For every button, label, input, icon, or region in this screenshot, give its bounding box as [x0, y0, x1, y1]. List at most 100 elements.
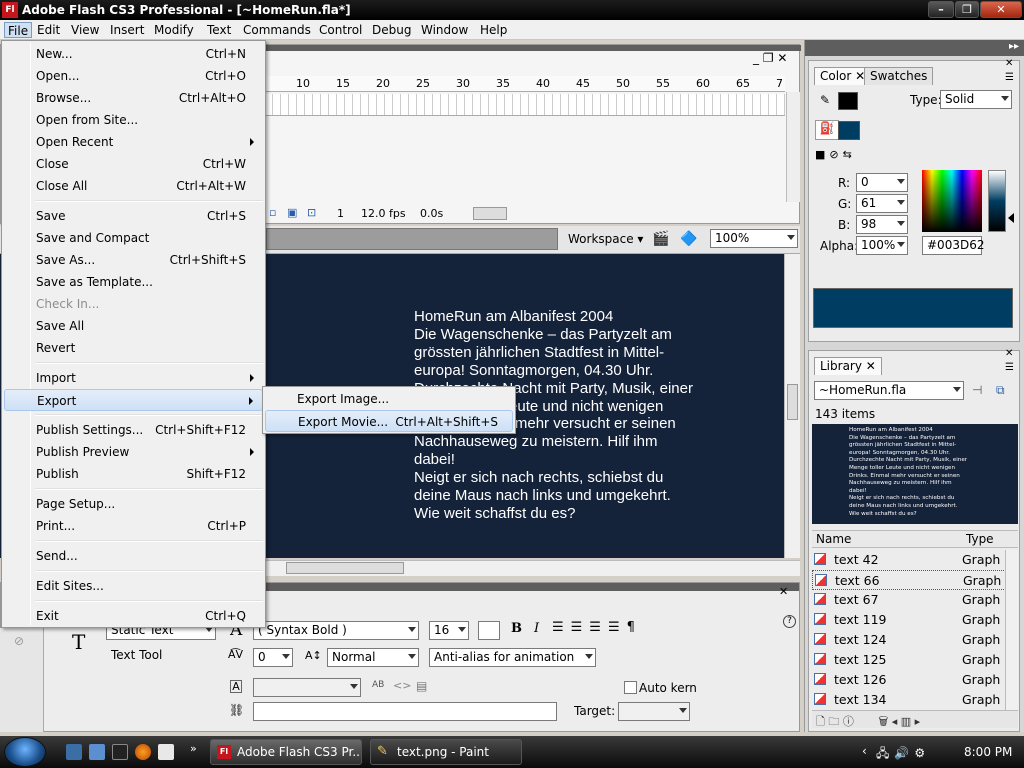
- firefox-icon[interactable]: [135, 744, 151, 760]
- close-button[interactable]: ✕: [980, 1, 1022, 18]
- menu-item-export[interactable]: Export: [4, 389, 263, 411]
- timeline-window-controls[interactable]: _ ❐ ✕: [753, 51, 787, 65]
- menu-item-close[interactable]: Close Ctrl+W: [4, 153, 263, 175]
- close-icon[interactable]: ✕: [779, 585, 788, 598]
- b-field[interactable]: 98: [856, 215, 908, 234]
- menu-item-close-all[interactable]: Close All Ctrl+Alt+W: [4, 175, 263, 197]
- stage-hscroll[interactable]: [266, 560, 800, 576]
- col-type[interactable]: Type: [966, 532, 994, 546]
- start-button[interactable]: [4, 737, 46, 767]
- alpha-field[interactable]: 100%: [856, 236, 908, 255]
- library-item[interactable]: text 134 Graph: [812, 690, 1006, 710]
- menu-item-save-as[interactable]: Save As... Ctrl+Shift+S: [4, 249, 263, 271]
- menu-item-save-as-template[interactable]: Save as Template...: [4, 271, 263, 293]
- workspace-menu[interactable]: Workspace ▾: [568, 232, 643, 246]
- close-icon[interactable]: ✕: [1005, 58, 1013, 69]
- menu-item-send[interactable]: Send...: [4, 545, 263, 567]
- url-field[interactable]: [253, 702, 557, 721]
- menu-item-new[interactable]: New... Ctrl+N: [4, 43, 263, 65]
- taskbar-flash-button[interactable]: Fl Adobe Flash CS3 Pr...: [210, 739, 362, 765]
- close-icon[interactable]: ✕: [1005, 348, 1013, 359]
- panel-menu-icon[interactable]: ☰: [1005, 72, 1014, 83]
- tray-icons[interactable]: 🖧🔊⚙: [876, 744, 930, 765]
- menu-file[interactable]: File: [4, 22, 33, 38]
- menu-item-save[interactable]: Save Ctrl+S: [4, 205, 263, 227]
- menu-control[interactable]: Control: [316, 22, 365, 38]
- library-item[interactable]: text 42 Graph: [812, 550, 1006, 570]
- menu-item-revert[interactable]: Revert: [4, 337, 263, 359]
- timeline-hscroll-thumb[interactable]: [473, 207, 507, 220]
- pin-library-icon[interactable]: ⊣: [972, 383, 982, 397]
- library-toolbar[interactable]: 🗋 🗀 ⓘ 🗑 ◂ ▥ ▸: [812, 710, 1018, 728]
- new-library-icon[interactable]: ⧉: [996, 383, 1005, 398]
- menu-item-open[interactable]: Open... Ctrl+O: [4, 65, 263, 87]
- color-type-select[interactable]: Solid: [940, 90, 1012, 109]
- library-item[interactable]: text 66 Graph: [812, 570, 1006, 590]
- menu-window[interactable]: Window: [418, 22, 471, 38]
- menu-item-edit-sites[interactable]: Edit Sites...: [4, 575, 263, 597]
- auto-kern-checkbox[interactable]: [624, 681, 637, 694]
- menu-item-export-movie[interactable]: Export Movie... Ctrl+Alt+Shift+S: [265, 410, 513, 432]
- fill-bucket-icon[interactable]: ⛽: [815, 120, 839, 140]
- notepad-icon[interactable]: [158, 744, 174, 760]
- text-color-swatch[interactable]: [478, 621, 500, 640]
- tab-color[interactable]: Color ✕: [814, 67, 872, 85]
- no-color-icon[interactable]: ⊘: [14, 634, 24, 648]
- tab-library[interactable]: Library ✕: [814, 357, 882, 375]
- library-item[interactable]: text 126 Graph: [812, 670, 1006, 690]
- font-size-field[interactable]: 16: [429, 621, 469, 640]
- taskbar-paint-button[interactable]: ✎ text.png - Paint: [370, 739, 522, 765]
- menu-item-publish[interactable]: Publish Shift+F12: [4, 463, 263, 485]
- minimize-button[interactable]: –: [928, 1, 954, 18]
- help-icon[interactable]: ?: [783, 615, 796, 628]
- antialias-select[interactable]: Anti-alias for animation: [429, 648, 596, 667]
- command-prompt-icon[interactable]: [112, 744, 128, 760]
- char-position-select[interactable]: Normal: [327, 648, 419, 667]
- switch-windows-icon[interactable]: [89, 744, 105, 760]
- tab-swatches[interactable]: Swatches: [864, 67, 934, 85]
- library-item[interactable]: text 124 Graph: [812, 630, 1006, 650]
- timeline-vscroll[interactable]: [786, 92, 800, 202]
- show-desktop-icon[interactable]: [66, 744, 82, 760]
- stroke-color-swatch[interactable]: [838, 92, 858, 110]
- menu-item-publish-preview[interactable]: Publish Preview: [4, 441, 263, 463]
- g-field[interactable]: 61: [856, 194, 908, 213]
- menu-help[interactable]: Help: [477, 22, 510, 38]
- r-field[interactable]: 0: [856, 173, 908, 192]
- clock[interactable]: 8:00 PM: [964, 745, 1012, 759]
- color-tools-icons[interactable]: ■⊘⇆: [815, 148, 856, 161]
- maximize-button[interactable]: ❐: [955, 1, 979, 18]
- menu-item-print[interactable]: Print... Ctrl+P: [4, 515, 263, 537]
- menu-item-open-recent[interactable]: Open Recent: [4, 131, 263, 153]
- close-icon[interactable]: ✕: [866, 359, 876, 373]
- menu-item-export-image[interactable]: Export Image...: [265, 388, 513, 410]
- brightness-bar[interactable]: [988, 170, 1006, 232]
- menu-insert[interactable]: Insert: [107, 22, 147, 38]
- font-select[interactable]: ( Syntax Bold ): [253, 621, 419, 640]
- library-vscroll[interactable]: [1005, 550, 1018, 710]
- library-item[interactable]: text 119 Graph: [812, 610, 1006, 630]
- edit-multiple-frames-icon[interactable]: ⊡: [307, 206, 316, 219]
- menu-text[interactable]: Text: [204, 22, 234, 38]
- onion-outline-icon[interactable]: ▣: [287, 206, 297, 219]
- menu-debug[interactable]: Debug: [369, 22, 414, 38]
- onion-skin-icon[interactable]: ▫: [269, 206, 276, 219]
- italic-button[interactable]: I: [534, 621, 539, 636]
- panel-menu-icon[interactable]: ☰: [1005, 362, 1014, 373]
- library-item[interactable]: text 67 Graph: [812, 590, 1006, 610]
- bold-button[interactable]: B: [511, 621, 522, 636]
- expand-dock-icon[interactable]: ▸▸: [1009, 41, 1019, 52]
- letter-spacing-field[interactable]: 0: [253, 648, 293, 667]
- library-item[interactable]: text 125 Graph: [812, 650, 1006, 670]
- menu-view[interactable]: View: [68, 22, 102, 38]
- menu-item-browse[interactable]: Browse... Ctrl+Alt+O: [4, 87, 263, 109]
- menu-edit[interactable]: Edit: [34, 22, 63, 38]
- menu-commands[interactable]: Commands: [240, 22, 314, 38]
- menu-item-import[interactable]: Import: [4, 367, 263, 389]
- menu-item-save-all[interactable]: Save All: [4, 315, 263, 337]
- quicklaunch-more-icon[interactable]: »: [190, 742, 197, 755]
- stage-vscroll[interactable]: [784, 254, 800, 558]
- align-buttons[interactable]: ☰☰☰☰¶: [552, 620, 642, 635]
- edit-scene-icon[interactable]: 🎬: [652, 231, 669, 247]
- edit-symbols-icon[interactable]: 🔷: [680, 231, 697, 247]
